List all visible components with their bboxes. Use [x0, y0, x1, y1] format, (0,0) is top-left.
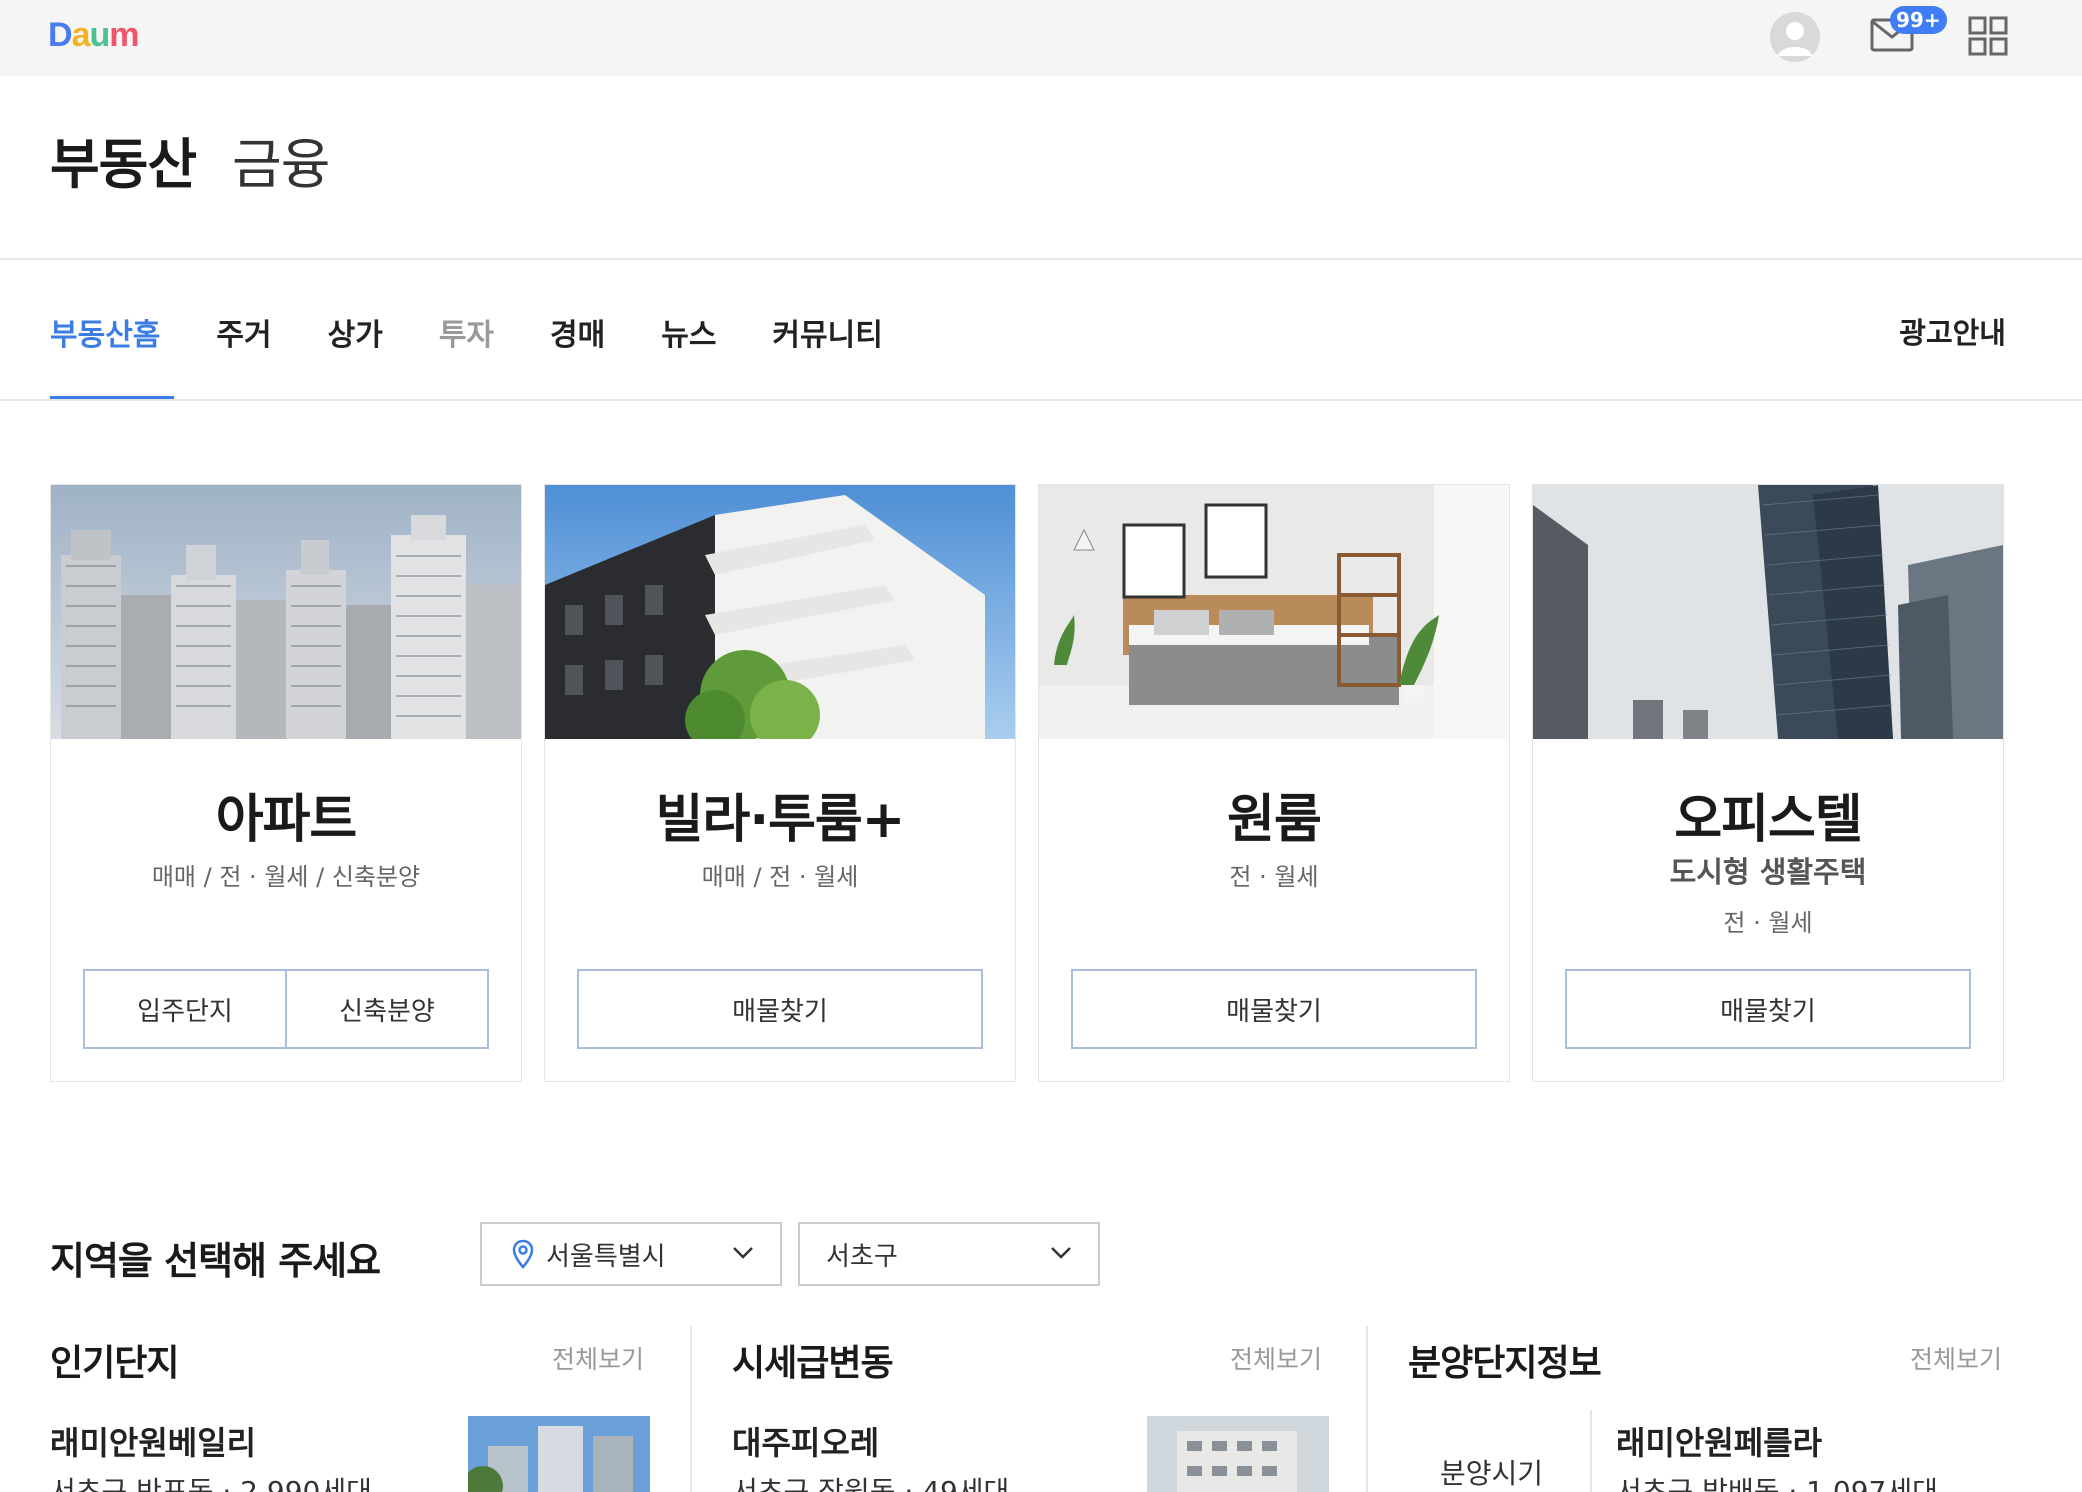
district-select-value: 서초구	[826, 1241, 898, 1272]
sale-complex-view-all-link[interactable]: 전체보기	[1910, 1340, 2002, 1376]
price-change-view-all-link[interactable]: 전체보기	[1230, 1340, 1322, 1376]
new-sale-button[interactable]: 신축분양	[287, 969, 489, 1049]
card-title: 오피스텔	[1674, 790, 1862, 850]
card-description: 전 · 월세	[1229, 863, 1319, 891]
daum-logo[interactable]: Daum	[48, 16, 140, 55]
card-description: 매매 / 전 · 월세 / 신축분양	[151, 863, 421, 891]
find-listings-button[interactable]: 매물찾기	[577, 969, 983, 1049]
section-header: 부동산 금융	[50, 120, 330, 199]
card-description: 전 · 월세	[1723, 909, 1813, 937]
apartment-photo[interactable]	[51, 485, 521, 739]
card-button-group: 매물찾기	[577, 969, 983, 1049]
column-divider	[690, 1326, 692, 1492]
divider	[0, 258, 2082, 260]
card-title: 빌라·투룸+	[655, 790, 906, 850]
column-divider	[1366, 1326, 1368, 1492]
price-change-item-info: 서초구 잠원동 · 49세대	[732, 1475, 1010, 1492]
card-title: 아파트	[215, 790, 358, 850]
nav-item-auction[interactable]: 경매	[550, 300, 605, 400]
city-select-value: 서울특별시	[546, 1241, 666, 1272]
city-select[interactable]: 서울특별시	[480, 1222, 782, 1286]
sale-period-label: 분양시기	[1440, 1457, 1544, 1490]
card-apartment: 아파트 매매 / 전 · 월세 / 신축분양 입주단지 신축분양	[50, 484, 522, 1082]
popular-complex-item-info: 서초구 반포동 · 2,990세대	[50, 1475, 372, 1492]
find-listings-button[interactable]: 매물찾기	[1565, 969, 1971, 1049]
card-title: 원룸	[1227, 790, 1322, 850]
chevron-down-icon	[1051, 1247, 1071, 1259]
popular-complex-item-name[interactable]: 래미안원베일리	[50, 1418, 256, 1464]
find-listings-button[interactable]: 매물찾기	[1071, 969, 1477, 1049]
price-change-item-name[interactable]: 대주피오레	[732, 1418, 879, 1464]
officetel-photo[interactable]	[1533, 485, 2003, 739]
top-bar: Daum 99+	[0, 0, 2082, 76]
popular-complex-view-all-link[interactable]: 전체보기	[552, 1340, 644, 1376]
chevron-down-icon	[733, 1247, 753, 1259]
region-select-title: 지역을 선택해 주세요	[50, 1239, 381, 1283]
divider	[0, 399, 2082, 401]
section-realestate-tab[interactable]: 부동산	[50, 133, 197, 196]
card-description: 매매 / 전 · 월세	[701, 863, 859, 891]
popular-complex-thumbnail[interactable]	[468, 1416, 650, 1492]
location-pin-icon	[512, 1239, 534, 1269]
user-avatar-icon[interactable]	[1770, 12, 1820, 62]
sale-complex-item-info: 서초구 방배동 · 1,097세대	[1616, 1475, 1938, 1492]
nav-item-news[interactable]: 뉴스	[661, 300, 716, 400]
mail-count-badge: 99+	[1890, 6, 1947, 34]
district-select[interactable]: 서초구	[798, 1222, 1100, 1286]
sale-complex-title: 분양단지정보	[1408, 1343, 1602, 1384]
villa-photo[interactable]	[545, 485, 1015, 739]
apps-grid-icon[interactable]	[1968, 16, 2008, 56]
nav-item-residence[interactable]: 주거	[216, 300, 271, 400]
nav-item-community[interactable]: 커뮤니티	[772, 300, 882, 400]
card-button-group: 매물찾기	[1565, 969, 1971, 1049]
nav-item-commercial[interactable]: 상가	[328, 300, 383, 400]
card-villa: 빌라·투룸+ 매매 / 전 · 월세 매물찾기	[544, 484, 1016, 1082]
card-button-group: 매물찾기	[1071, 969, 1477, 1049]
nav-item-investment[interactable]: 투자	[439, 300, 494, 400]
card-oneroom: 원룸 전 · 월세 매물찾기	[1038, 484, 1510, 1082]
main-nav: 부동산홈 주거 상가 투자 경매 뉴스 커뮤니티	[50, 300, 939, 400]
popular-complex-title: 인기단지	[50, 1343, 179, 1384]
card-subtitle: 도시형 생활주택	[1669, 855, 1867, 889]
price-change-title: 시세급변동	[732, 1343, 894, 1384]
nav-item-home[interactable]: 부동산홈	[50, 300, 160, 400]
move-in-complex-button[interactable]: 입주단지	[83, 969, 287, 1049]
section-finance-tab[interactable]: 금융	[232, 133, 330, 196]
oneroom-photo[interactable]	[1039, 485, 1509, 739]
card-officetel: 오피스텔 도시형 생활주택 전 · 월세 매물찾기	[1532, 484, 2004, 1082]
sale-complex-item-name[interactable]: 래미안원페를라	[1616, 1418, 1822, 1464]
ad-info-link[interactable]: 광고안내	[1899, 310, 2006, 352]
price-change-thumbnail[interactable]	[1147, 1416, 1329, 1492]
column-inner-divider	[1590, 1410, 1592, 1492]
card-button-group: 입주단지 신축분양	[83, 969, 489, 1049]
